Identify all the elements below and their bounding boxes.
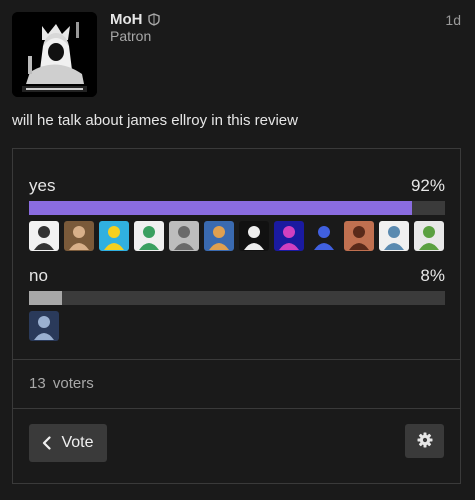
post-date[interactable]: 1d: [445, 12, 461, 28]
poll-settings-button[interactable]: [405, 424, 444, 458]
poll-option-yes: yes 92%: [29, 175, 445, 251]
poll: yes 92% no 8% 13 voters Vote: [12, 148, 461, 484]
gear-icon: [417, 432, 433, 451]
username[interactable]: MoH: [110, 11, 143, 28]
voter-avatar[interactable]: [29, 311, 59, 341]
post: MoH Patron 1d will he talk about james e…: [0, 0, 475, 500]
voter-avatar[interactable]: [134, 221, 164, 251]
voter-avatar[interactable]: [64, 221, 94, 251]
option-bar-track: [29, 291, 445, 305]
option-header: yes 92%: [29, 175, 445, 197]
option-label: yes: [29, 176, 56, 195]
option-voters: [29, 311, 445, 341]
voter-avatar[interactable]: [309, 221, 339, 251]
divider: [13, 408, 460, 409]
poll-option-no: no 8%: [29, 265, 445, 341]
option-bar-fill: [29, 291, 63, 305]
voter-avatar[interactable]: [274, 221, 304, 251]
divider: [13, 359, 460, 360]
voters-label: voters: [52, 375, 94, 392]
voter-avatar[interactable]: [344, 221, 374, 251]
vote-button[interactable]: Vote: [29, 424, 107, 462]
voter-avatar[interactable]: [29, 221, 59, 251]
voter-avatar[interactable]: [379, 221, 409, 251]
option-bar-track: [29, 201, 445, 215]
avatar-image: [12, 12, 97, 97]
option-percent: 92%: [410, 176, 445, 195]
option-label: no: [29, 266, 48, 285]
option-header: no 8%: [29, 265, 445, 287]
user-title: Patron: [110, 28, 152, 44]
option-bar-fill: [29, 201, 412, 215]
voter-avatar[interactable]: [239, 221, 269, 251]
voter-avatar[interactable]: [169, 221, 199, 251]
voter-avatar[interactable]: [414, 221, 444, 251]
voter-avatar[interactable]: [99, 221, 129, 251]
voter-avatar[interactable]: [204, 221, 234, 251]
voters-number: 13: [29, 375, 46, 392]
vote-button-label: Vote: [61, 434, 94, 451]
shield-icon: [147, 13, 160, 26]
chevron-left-icon: [42, 436, 52, 450]
option-percent: 8%: [420, 266, 445, 285]
user-avatar[interactable]: [12, 12, 97, 97]
voters-count: 13 voters: [29, 375, 94, 392]
username-row: MoH: [110, 11, 160, 28]
post-text: will he talk about james ellroy in this …: [12, 112, 298, 129]
option-voters: [29, 221, 445, 251]
